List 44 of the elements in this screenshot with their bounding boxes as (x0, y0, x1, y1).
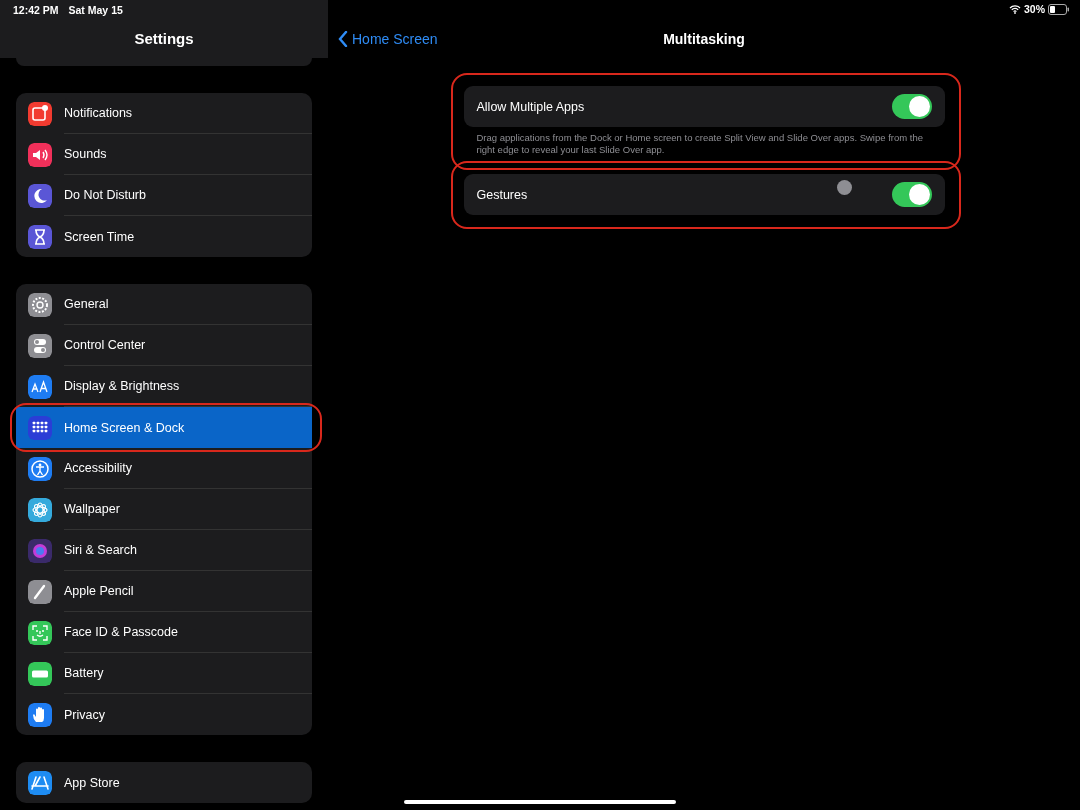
setting-label: Gestures (476, 187, 528, 202)
item-label: Wallpaper (64, 502, 120, 516)
item-label: Notifications (64, 106, 133, 120)
item-label: Screen Time (64, 229, 135, 244)
sidebar-item[interactable]: Apple Pencil (16, 571, 312, 612)
item-label: Apple Pencil (64, 584, 134, 598)
item-label: Home Screen & Dock (64, 420, 185, 435)
item-label: Control Center (64, 338, 146, 352)
sidebar-item[interactable]: Control Center (16, 325, 312, 366)
status-time: 12:42 PM (13, 4, 59, 18)
item-label: Privacy (64, 707, 105, 722)
page-title: Multitasking (663, 31, 745, 47)
sidebar-item[interactable]: Face ID & Passcode (16, 612, 312, 653)
wifi-icon (1009, 4, 1021, 14)
chevron-left-icon (338, 31, 348, 47)
setting-description: Drag applications from the Dock or Home screen to create Split View and Slide Over apps. Swipe from the right edge to reveal your last Slide Over app. (475, 131, 925, 156)
item-label: Sounds (64, 147, 107, 161)
sidebar-item[interactable]: Battery (16, 653, 312, 694)
item-label: Siri & Search (64, 543, 137, 557)
item-label: App Store (64, 775, 120, 790)
toggle-switch[interactable] (891, 94, 932, 119)
item-label: Accessibility (64, 461, 133, 475)
sidebar-item[interactable]: App Store (16, 762, 312, 803)
sidebar-item[interactable]: Notifications (16, 93, 312, 134)
sidebar-item[interactable]: General (16, 284, 312, 325)
sidebar-item[interactable]: Screen Time (16, 216, 312, 257)
sidebar-item[interactable]: Privacy (16, 694, 312, 735)
item-label: General (64, 297, 109, 311)
item-label: Do Not Disturb (64, 188, 146, 202)
sidebar-item[interactable]: Sounds (16, 134, 312, 175)
sidebar-title: Settings (134, 30, 194, 47)
setting-label: Allow Multiple Apps (476, 99, 585, 114)
sidebar-item[interactable]: Wallpaper (16, 489, 312, 530)
status-date: Sat May 15 (68, 4, 123, 18)
sidebar-item[interactable]: Do Not Disturb (16, 175, 312, 216)
battery-percent: 30% (1024, 3, 1045, 15)
back-button[interactable]: Home Screen (338, 31, 438, 47)
item-label: Battery (64, 666, 104, 680)
item-label: Face ID & Passcode (64, 625, 178, 639)
sidebar-item[interactable]: Siri & Search (16, 530, 312, 571)
sidebar-item[interactable]: Accessibility (16, 448, 312, 489)
battery-icon (1048, 3, 1070, 15)
toggle-switch[interactable] (891, 182, 932, 207)
item-label: Display & Brightness (64, 379, 180, 393)
